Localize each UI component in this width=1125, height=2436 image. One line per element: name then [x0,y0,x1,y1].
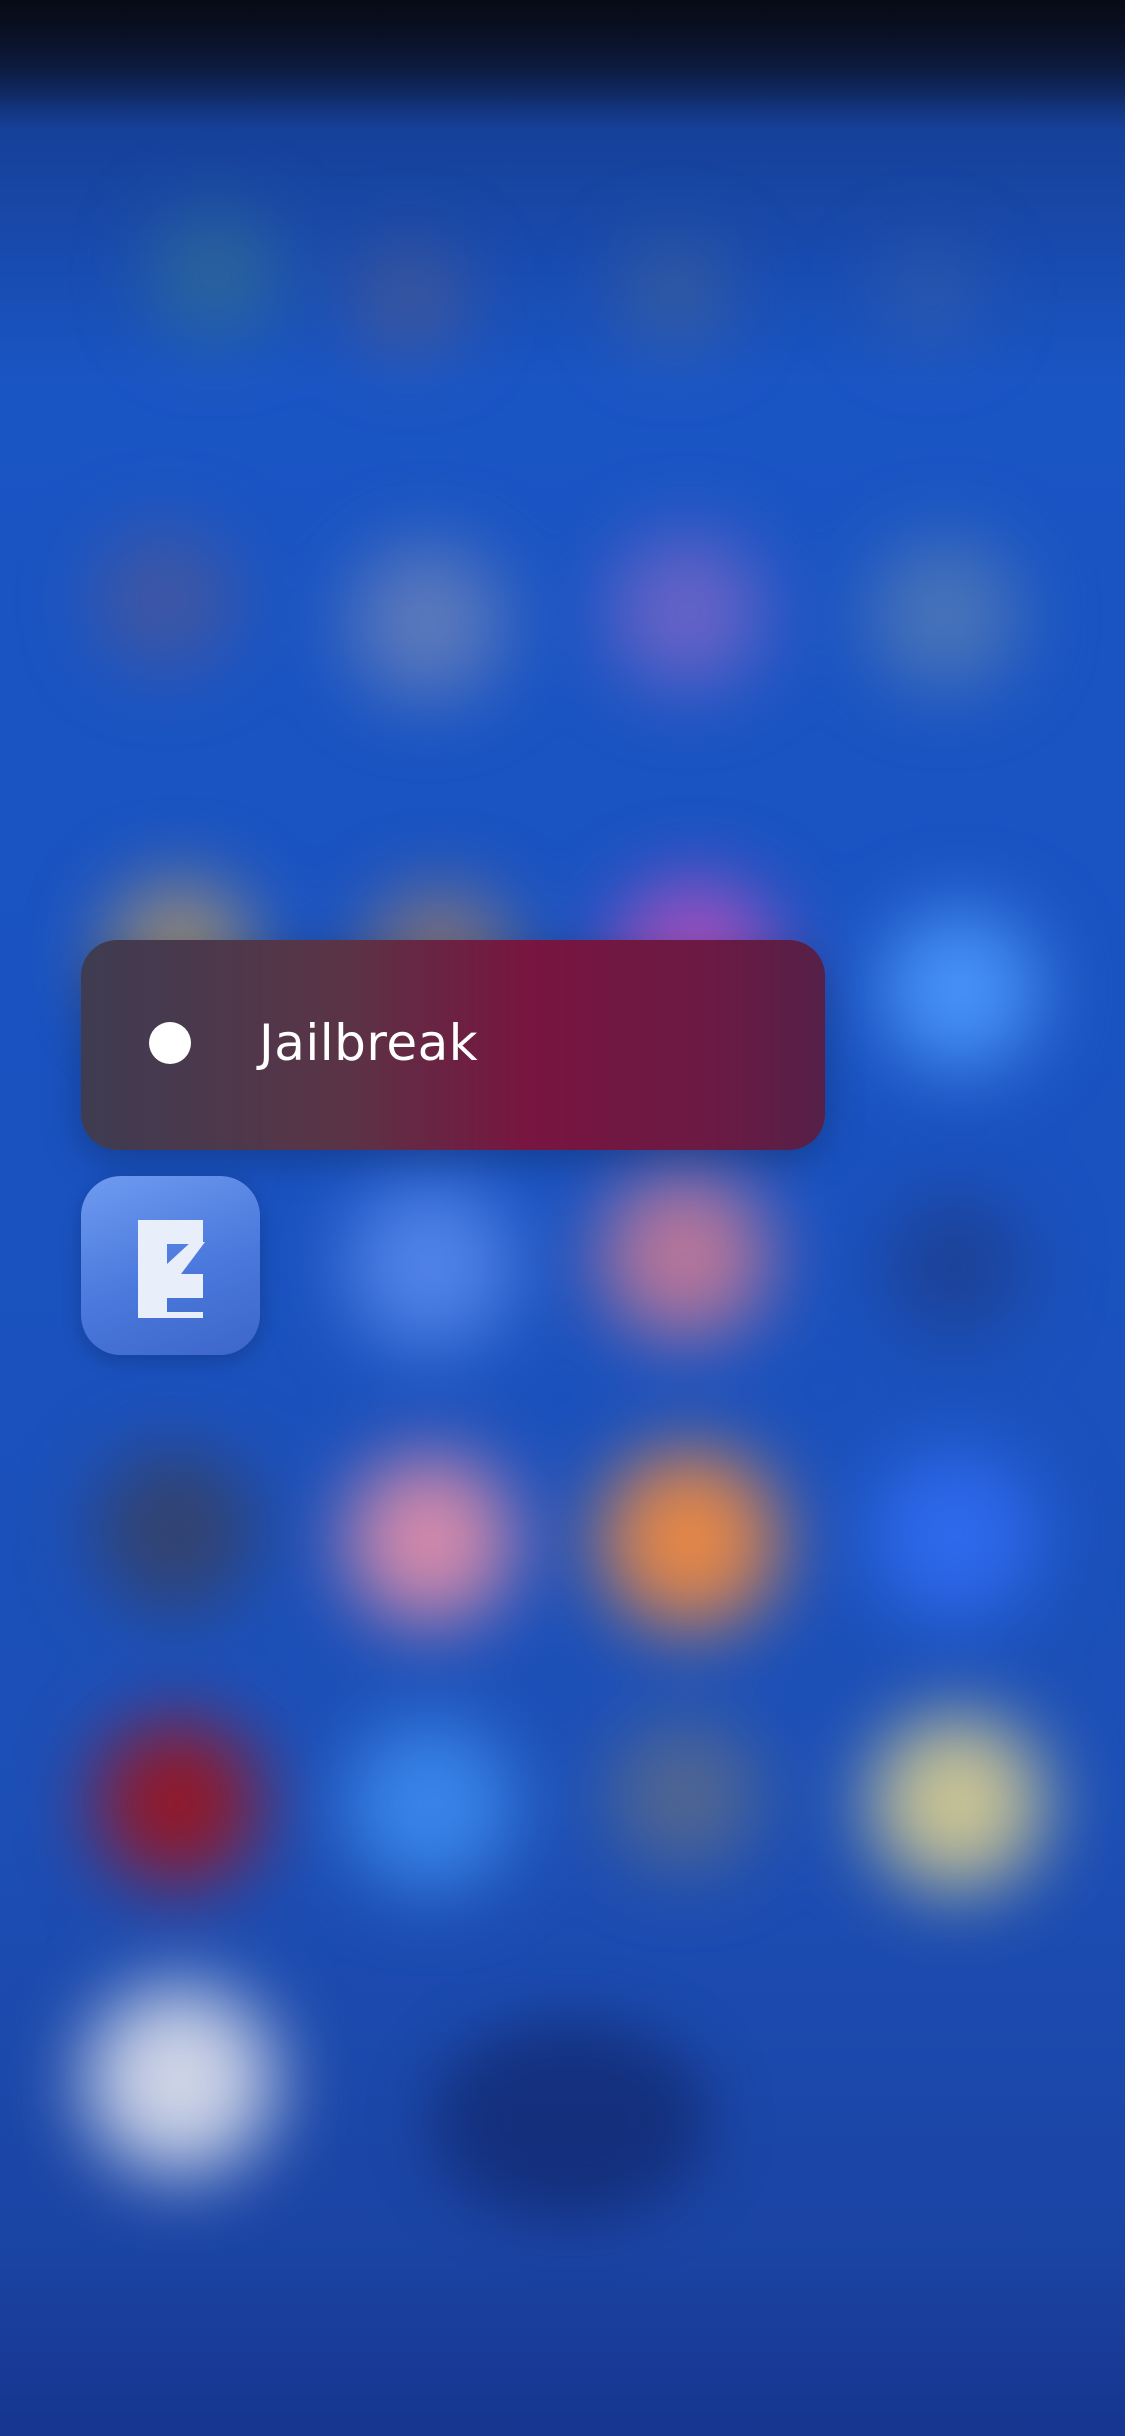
filled-circle-icon [149,1022,191,1064]
electra-e-logo-icon [138,1220,205,1318]
dock-shade [0,2260,1125,2436]
electra-app-icon[interactable] [81,1176,260,1355]
quick-action-menu: Jailbreak [81,940,825,1150]
quick-action-label: Jailbreak [259,1014,479,1072]
status-bar-shade [0,0,1125,130]
home-screen: Jailbreak [0,0,1125,2436]
blurred-dock-area [430,2020,710,2220]
quick-action-jailbreak[interactable]: Jailbreak [81,940,825,1150]
